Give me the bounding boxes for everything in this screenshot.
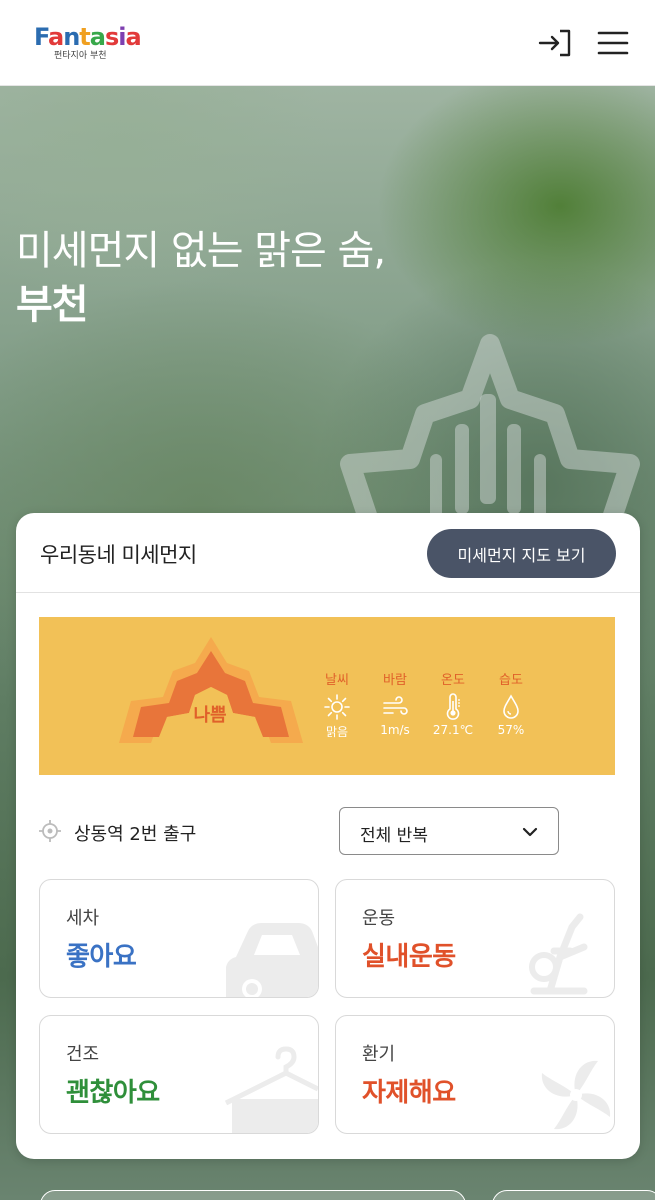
wind-value: 1m/s [380, 723, 410, 737]
humidity-icon [503, 694, 519, 719]
logo-subtitle: 펀타지아 부천 [54, 51, 107, 61]
tile-label: 환기 [362, 1044, 396, 1065]
top-header: Fantasia 펀타지아 부천 [0, 0, 655, 86]
tile-value: 괜찮아요 [66, 1078, 160, 1108]
air-quality-panel: 나쁨 날씨 맑음 바람 1m/s 온도 27.1℃ 습도 57% [39, 617, 615, 775]
air-grade-emblem-icon [119, 637, 303, 743]
temperature-value: 27.1℃ [432, 723, 474, 737]
login-icon[interactable] [536, 28, 572, 58]
tile-exercise[interactable]: 운동 실내운동 [335, 879, 615, 998]
weather-value: 맑음 [325, 725, 349, 739]
wind-condition: 바람 1m/s [365, 669, 425, 737]
logo-wordmark: Fantasia [34, 23, 142, 51]
temperature-label: 온도 [441, 673, 465, 688]
wind-label: 바람 [383, 673, 407, 688]
tile-value: 좋아요 [66, 942, 137, 972]
tile-car-wash[interactable]: 세차 좋아요 [39, 879, 319, 998]
fantasia-logo[interactable]: Fantasia 펀타지아 부천 [34, 23, 142, 72]
location-target-icon[interactable] [38, 819, 62, 843]
temperature-condition: 온도 27.1℃ [423, 669, 483, 737]
location-name: 상동역 2번 출구 [74, 824, 197, 845]
divider [16, 592, 640, 593]
humidity-condition: 습도 57% [481, 669, 541, 737]
station-select-value: 전체 반복 [360, 826, 428, 846]
menu-icon[interactable] [596, 28, 630, 58]
station-select[interactable]: 전체 반복 [339, 807, 559, 855]
tile-ventilation[interactable]: 환기 자제해요 [335, 1015, 615, 1134]
dust-map-button[interactable]: 미세먼지 지도 보기 [427, 529, 616, 578]
tile-drying[interactable]: 건조 괜찮아요 [39, 1015, 319, 1134]
thermometer-icon [446, 693, 460, 720]
tile-label: 건조 [66, 1044, 100, 1065]
humidity-label: 습도 [499, 673, 523, 688]
exercise-bike-icon [529, 913, 588, 995]
weather-condition: 날씨 맑음 [307, 669, 367, 740]
bucheon-emblem-icon [340, 334, 640, 524]
humidity-value: 57% [497, 723, 525, 737]
fan-icon [541, 1060, 611, 1130]
hero-headline: 미세먼지 없는 맑은 숨, [16, 228, 386, 274]
chevron-down-icon [522, 827, 538, 837]
air-grade-label: 나쁨 [193, 705, 227, 726]
bottom-link-button[interactable] [40, 1190, 466, 1200]
tile-value: 자제해요 [362, 1078, 456, 1108]
wind-icon [383, 696, 408, 715]
tile-label: 운동 [362, 908, 396, 929]
weather-label: 날씨 [325, 673, 349, 688]
tile-label: 세차 [66, 908, 100, 929]
sun-icon [324, 694, 350, 720]
tile-value: 실내운동 [362, 942, 456, 972]
card-title: 우리동네 미세먼지 [40, 543, 197, 567]
hanger-icon [224, 1046, 318, 1133]
car-icon [226, 923, 318, 997]
bottom-link-button[interactable] [492, 1190, 655, 1200]
fine-dust-card: 우리동네 미세먼지 미세먼지 지도 보기 나쁨 날씨 맑음 바람 1m/s 온도… [16, 513, 640, 1159]
hero-city: 부천 [16, 282, 89, 328]
